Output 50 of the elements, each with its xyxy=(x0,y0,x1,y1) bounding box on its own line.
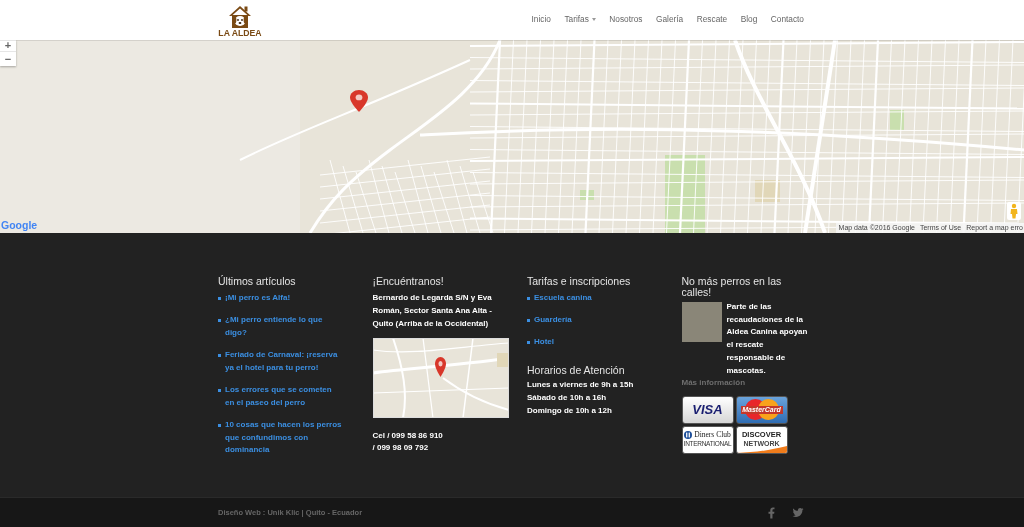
nav-link[interactable]: Tarifas xyxy=(564,12,596,26)
address-text: Bernardo de Legarda S/N y Eva Román, Sector Santa Ana Alta - Quito (Arriba de la Occidental) xyxy=(372,291,493,330)
person-icon[interactable] xyxy=(1007,202,1021,220)
nav-link[interactable]: Galería xyxy=(656,12,684,26)
nav-link[interactable]: Nosotros xyxy=(609,12,643,26)
footer-heading: Últimos artículos xyxy=(218,276,297,287)
dog-house-icon xyxy=(228,5,252,28)
post-link[interactable]: Los errores que se cometen en el paseo del perro xyxy=(225,384,343,409)
zoom-out-button[interactable]: − xyxy=(0,52,16,66)
footer-heading: No más perros en las calles! xyxy=(681,276,783,297)
hours-text: Sábado de 10h a 16h xyxy=(527,392,608,405)
facebook-icon[interactable] xyxy=(768,506,775,519)
more-info-link[interactable]: Más información xyxy=(681,377,809,390)
footer-heading: Horarios de Atención xyxy=(527,364,626,375)
nav-link[interactable]: Rescate xyxy=(696,12,728,26)
nav-link[interactable]: Blog xyxy=(740,12,758,26)
post-link[interactable]: 10 cosas que hacen los perros que confundimos con dominancia xyxy=(225,419,343,457)
split-circle-icon xyxy=(684,430,693,439)
service-link[interactable]: Guardería xyxy=(534,313,572,326)
phone-text: / 099 98 09 792 xyxy=(372,442,430,455)
footer-heading: Tarifas e inscripciones xyxy=(527,276,632,287)
service-link[interactable]: Escuela canina xyxy=(534,291,592,304)
bullet-icon xyxy=(218,424,221,427)
photo-placeholder xyxy=(681,302,722,342)
hours-text: Domingo de 10h a 12h xyxy=(527,404,613,417)
map-provider-logo: Google xyxy=(1,220,38,231)
map-pin-icon xyxy=(350,90,368,112)
phone-text: Cel / 099 58 86 910 xyxy=(372,429,444,442)
nav-link[interactable]: Contacto xyxy=(770,12,804,26)
hours-text: Lunes a viernes de 9h a 15h xyxy=(527,379,635,392)
bullet-icon xyxy=(218,389,221,392)
nav-link[interactable]: Inicio xyxy=(531,12,551,26)
street-map-drawing[interactable] xyxy=(372,338,509,418)
bullet-icon xyxy=(527,340,530,344)
post-link[interactable]: Feriado de Carnaval: ¡reserva ya el hotel para tu perro! xyxy=(225,349,343,374)
footer-heading: ¡Encuéntranos! xyxy=(372,276,445,287)
service-link[interactable]: Hotel xyxy=(534,335,554,348)
post-link[interactable]: ¡Mi perro es Alfa! xyxy=(225,291,291,304)
bullet-icon xyxy=(218,296,221,300)
map-pin-icon xyxy=(434,357,446,377)
bullet-icon xyxy=(527,318,530,322)
bullet-icon xyxy=(527,296,530,300)
bullet-icon xyxy=(218,319,221,322)
bullet-icon xyxy=(218,354,221,357)
rescue-text: Parte de las recaudaciones de la Aldea Canina apoyan el rescate responsable de mascotas. xyxy=(726,301,809,377)
card-brand-text: VISA xyxy=(692,403,723,417)
logo-text: LA ALDEA xyxy=(218,28,262,38)
zoom-in-button[interactable]: + xyxy=(0,40,16,52)
post-link[interactable]: ¿Mi perro entiende lo que digo? xyxy=(225,314,343,339)
twitter-icon[interactable] xyxy=(792,507,804,518)
